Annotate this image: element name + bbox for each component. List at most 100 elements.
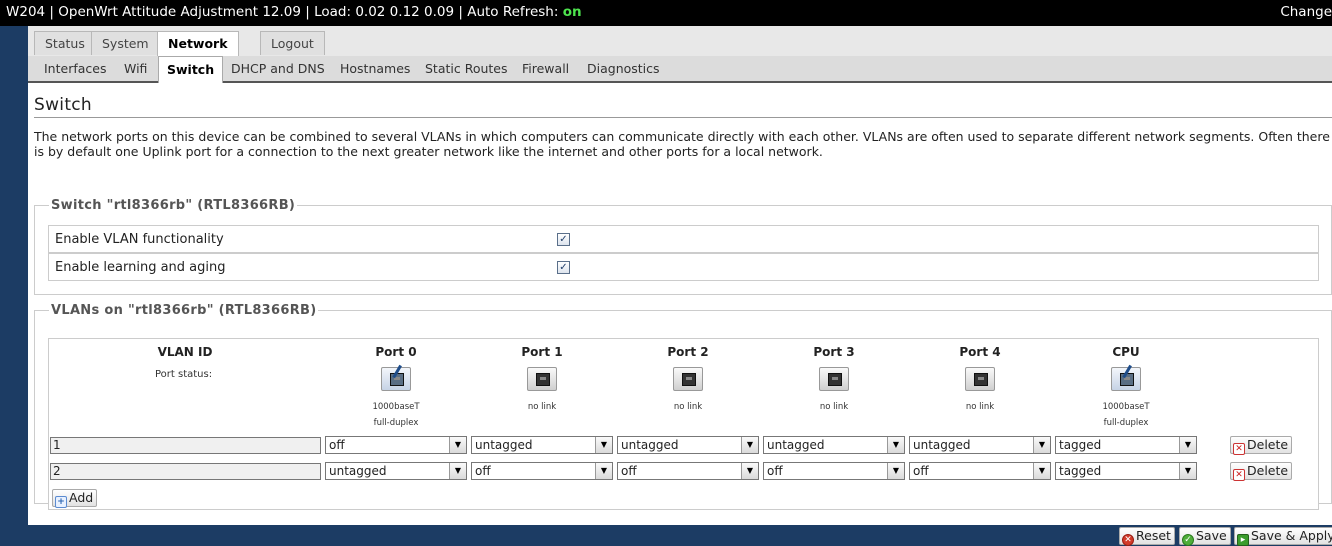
reset-button[interactable]: ✕ Reset [1119, 527, 1175, 546]
chevron-down-icon: ▼ [595, 463, 612, 479]
changes-link[interactable]: Change [1280, 0, 1332, 25]
port-2-status-icon [673, 367, 703, 391]
vlan-1-port-0-select[interactable]: off ▼ [325, 436, 467, 454]
subtab-wifi[interactable]: Wifi [116, 56, 155, 81]
delete-vlan-2-button[interactable]: ✕ Delete [1230, 462, 1293, 481]
vlan-1-port-2-select[interactable]: untagged ▼ [617, 436, 759, 454]
subtab-hostnames[interactable]: Hostnames [332, 56, 418, 81]
port-1-speed: no link [527, 402, 557, 412]
content-area: Switch The network ports on this device … [28, 83, 1332, 546]
vlan-2-port-4-select[interactable]: off ▼ [909, 462, 1051, 480]
header-port-0: Port 0 [375, 345, 417, 359]
chevron-down-icon: ▼ [887, 463, 904, 479]
port-3-status-icon [819, 367, 849, 391]
header-port-4: Port 4 [959, 345, 1001, 359]
vlan-1-port-4-value: untagged [913, 438, 971, 452]
add-label: Add [69, 490, 94, 505]
vlan-1-port-1-value: untagged [475, 438, 533, 452]
tab-logout[interactable]: Logout [260, 31, 325, 55]
vlan-2-port-3-select[interactable]: off ▼ [763, 462, 905, 480]
cpu-speed: 1000baseT [1102, 402, 1150, 412]
port-0-status-icon [381, 364, 411, 391]
vlan-2-cpu-select[interactable]: tagged ▼ [1055, 462, 1197, 480]
delete-icon: ✕ [1233, 469, 1245, 481]
vlan-1-port-4-select[interactable]: untagged ▼ [909, 436, 1051, 454]
tab-system[interactable]: System [91, 31, 160, 55]
reset-icon: ✕ [1122, 534, 1134, 546]
chevron-down-icon: ▼ [449, 437, 466, 453]
vlan-2-port-2-value: off [621, 464, 637, 478]
option-label-vlan: Enable VLAN functionality [55, 232, 224, 247]
subtab-diagnostics[interactable]: Diagnostics [579, 56, 668, 81]
switch-settings-section: Switch "rtl8366rb" (RTL8366RB) Enable VL… [34, 198, 1332, 295]
vlan-2-port-0-select[interactable]: untagged ▼ [325, 462, 467, 480]
header-cpu: CPU [1112, 345, 1140, 359]
vlans-section-legend: VLANs on "rtl8366rb" (RTL8366RB) [51, 303, 317, 318]
top-tab-bar: Status System Network Logout [28, 26, 1332, 57]
enable-learning-checkbox[interactable]: ✓ [557, 261, 570, 274]
tab-network[interactable]: Network [157, 31, 239, 57]
port-1-status-icon [527, 367, 557, 391]
chevron-down-icon: ▼ [1033, 463, 1050, 479]
delete-vlan-1-button[interactable]: ✕ Delete [1230, 436, 1293, 455]
vlan-1-port-3-value: untagged [767, 438, 825, 452]
header-port-3: Port 3 [813, 345, 855, 359]
port-3-speed: no link [819, 402, 849, 412]
save-apply-button[interactable]: ▸ Save & Apply [1234, 527, 1332, 546]
enable-vlan-checkbox[interactable]: ✓ [557, 233, 570, 246]
left-border [0, 26, 28, 525]
delete-label: Delete [1247, 463, 1289, 478]
page-title: Switch [34, 95, 93, 115]
port-4-status-icon [965, 367, 995, 391]
chevron-down-icon: ▼ [595, 437, 612, 453]
option-row-learning: Enable learning and aging ✓ [48, 253, 1319, 281]
chevron-down-icon: ▼ [1033, 437, 1050, 453]
vlan-1-port-0-value: off [329, 438, 345, 452]
page-description: The network ports on this device can be … [34, 129, 1330, 159]
vlan-1-port-2-value: untagged [621, 438, 679, 452]
vlan-2-port-1-select[interactable]: off ▼ [471, 462, 613, 480]
apply-icon: ▸ [1237, 534, 1249, 546]
port-2-speed: no link [673, 402, 703, 412]
vlan-2-port-3-value: off [767, 464, 783, 478]
switch-section-legend: Switch "rtl8366rb" (RTL8366RB) [51, 198, 296, 213]
vlan-id-input[interactable]: 2 [50, 463, 321, 480]
tab-status[interactable]: Status [34, 31, 96, 55]
port-0-duplex: full-duplex [373, 418, 419, 428]
port-4-speed: no link [965, 402, 995, 412]
subtab-firewall[interactable]: Firewall [514, 56, 577, 81]
chevron-down-icon: ▼ [741, 463, 758, 479]
vlan-id-input[interactable]: 1 [50, 437, 321, 454]
port-2-status-text: no link [628, 399, 748, 415]
port-3-status-text: no link [774, 399, 894, 415]
vlans-section: VLANs on "rtl8366rb" (RTL8366RB) VLAN ID… [34, 303, 1332, 510]
vlan-2-cpu-value: tagged [1059, 464, 1102, 478]
auto-refresh-toggle[interactable]: on [563, 4, 582, 20]
vlan-1-port-1-select[interactable]: untagged ▼ [471, 436, 613, 454]
subtab-static-routes[interactable]: Static Routes [417, 56, 516, 81]
vlan-2-port-0-value: untagged [329, 464, 387, 478]
chevron-down-icon: ▼ [449, 463, 466, 479]
chevron-down-icon: ▼ [741, 437, 758, 453]
cpu-status-icon [1111, 364, 1141, 391]
save-label: Save [1196, 528, 1227, 543]
cpu-duplex: full-duplex [1103, 418, 1149, 428]
chevron-down-icon: ▼ [887, 437, 904, 453]
port-status-label: Port status: [155, 369, 213, 380]
main-panel: Status System Network Logout Interfaces … [28, 26, 1332, 546]
header-port-2: Port 2 [667, 345, 709, 359]
header-vlan-id: VLAN ID [157, 345, 213, 359]
chevron-down-icon: ▼ [1179, 463, 1196, 479]
vlan-1-cpu-select[interactable]: tagged ▼ [1055, 436, 1197, 454]
subtab-interfaces[interactable]: Interfaces [36, 56, 114, 81]
subtab-dhcp-dns[interactable]: DHCP and DNS [223, 56, 333, 81]
header-title: W204 | OpenWrt Attitude Adjustment 12.09… [6, 0, 582, 25]
add-vlan-button[interactable]: + Add [52, 489, 98, 508]
vlan-2-port-2-select[interactable]: off ▼ [617, 462, 759, 480]
subtab-switch[interactable]: Switch [158, 56, 224, 83]
save-button[interactable]: ✓ Save [1179, 527, 1231, 546]
vlan-1-port-3-select[interactable]: untagged ▼ [763, 436, 905, 454]
header-port-1: Port 1 [521, 345, 563, 359]
port-1-status-text: no link [482, 399, 602, 415]
option-row-vlan: Enable VLAN functionality ✓ [48, 225, 1319, 253]
